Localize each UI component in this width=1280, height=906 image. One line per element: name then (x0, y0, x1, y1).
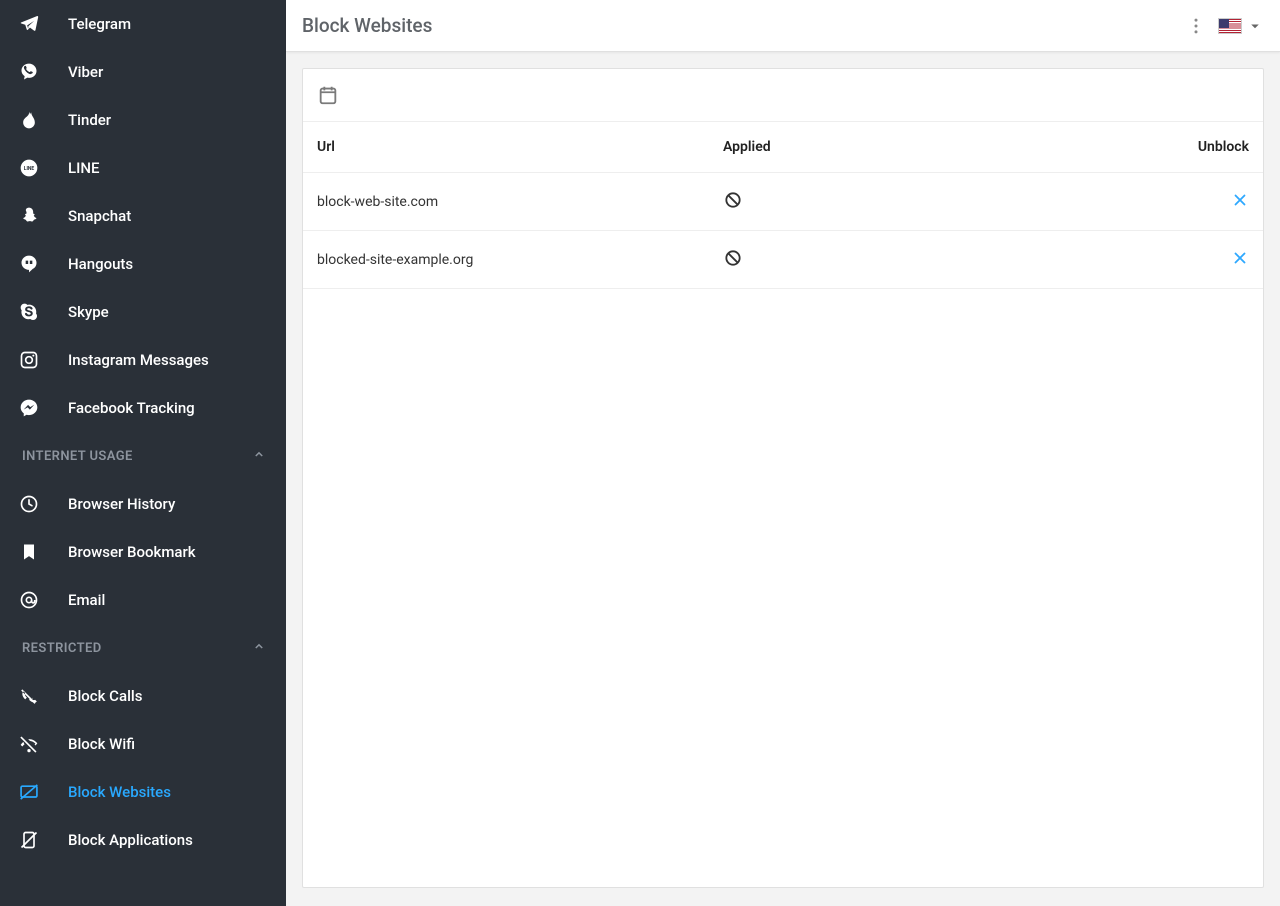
instagram-icon (18, 349, 40, 371)
sidebar-item-label: Browser History (68, 495, 175, 513)
page-title: Block Websites (302, 14, 432, 37)
ban-icon (723, 248, 743, 272)
sidebar-item-label: Viber (68, 63, 103, 81)
snapchat-icon (18, 205, 40, 227)
sidebar-item-label: Tinder (68, 111, 111, 129)
unblock-button[interactable] (1169, 191, 1249, 213)
applied-status (723, 190, 1169, 214)
sidebar: Telegram Viber Tinder LINE Snapchat Hang… (0, 0, 286, 906)
block-calls-icon (18, 685, 40, 707)
messenger-icon (18, 397, 40, 419)
line-icon (18, 157, 40, 179)
clock-icon (18, 493, 40, 515)
sidebar-item-label: Block Websites (68, 783, 171, 801)
sidebar-item-label: Email (68, 591, 105, 609)
sidebar-item-line[interactable]: LINE (0, 144, 286, 192)
column-header-url: Url (317, 139, 723, 155)
ban-icon (723, 190, 743, 214)
column-header-unblock: Unblock (1169, 139, 1249, 155)
sidebar-item-block-calls[interactable]: Block Calls (0, 672, 286, 720)
language-dropdown[interactable] (1246, 17, 1264, 35)
sidebar-item-facebook-tracking[interactable]: Facebook Tracking (0, 384, 286, 432)
sidebar-item-label: Telegram (68, 15, 131, 33)
sidebar-item-hangouts[interactable]: Hangouts (0, 240, 286, 288)
sidebar-item-block-applications[interactable]: Block Applications (0, 816, 286, 864)
sidebar-item-label: Snapchat (68, 207, 131, 225)
bookmark-icon (18, 541, 40, 563)
sidebar-item-viber[interactable]: Viber (0, 48, 286, 96)
close-icon (1231, 191, 1249, 213)
sidebar-item-label: LINE (68, 159, 99, 177)
column-header-applied: Applied (723, 139, 1169, 155)
topbar: Block Websites (286, 0, 1280, 52)
content-area: Url Applied Unblock block-web-site.com b… (286, 52, 1280, 906)
sidebar-item-browser-bookmark[interactable]: Browser Bookmark (0, 528, 286, 576)
sidebar-item-label: Block Applications (68, 831, 193, 849)
sidebar-item-label: Facebook Tracking (68, 399, 195, 417)
sidebar-section-internet-usage[interactable]: INTERNET USAGE (0, 432, 286, 480)
sidebar-item-skype[interactable]: Skype (0, 288, 286, 336)
skype-icon (18, 301, 40, 323)
sidebar-section-title: INTERNET USAGE (22, 449, 133, 464)
sidebar-item-label: Instagram Messages (68, 351, 209, 369)
sidebar-item-label: Skype (68, 303, 109, 321)
hangouts-icon (18, 253, 40, 275)
card-toolbar (303, 69, 1263, 121)
at-icon (18, 589, 40, 611)
block-wifi-icon (18, 733, 40, 755)
chevron-up-icon (250, 445, 268, 467)
sidebar-item-label: Block Calls (68, 687, 142, 705)
cell-url: blocked-site-example.org (317, 252, 723, 268)
sidebar-item-snapchat[interactable]: Snapchat (0, 192, 286, 240)
applied-status (723, 248, 1169, 272)
table-row: block-web-site.com (303, 173, 1263, 231)
sidebar-item-instagram-messages[interactable]: Instagram Messages (0, 336, 286, 384)
sidebar-item-browser-history[interactable]: Browser History (0, 480, 286, 528)
calendar-button[interactable] (317, 84, 339, 106)
table-header: Url Applied Unblock (303, 121, 1263, 173)
sidebar-item-block-wifi[interactable]: Block Wifi (0, 720, 286, 768)
telegram-icon (18, 13, 40, 35)
table-row: blocked-site-example.org (303, 231, 1263, 289)
block-applications-icon (18, 829, 40, 851)
block-websites-icon (18, 781, 40, 803)
close-icon (1231, 249, 1249, 271)
sidebar-item-block-websites[interactable]: Block Websites (0, 768, 286, 816)
chevron-up-icon (250, 637, 268, 659)
sidebar-item-email[interactable]: Email (0, 576, 286, 624)
sidebar-section-title: RESTRICTED (22, 641, 102, 656)
tinder-icon (18, 109, 40, 131)
flag-us-icon (1218, 18, 1242, 34)
sidebar-item-label: Block Wifi (68, 735, 135, 753)
sidebar-item-tinder[interactable]: Tinder (0, 96, 286, 144)
cell-url: block-web-site.com (317, 194, 723, 210)
sidebar-item-label: Browser Bookmark (68, 543, 196, 561)
viber-icon (18, 61, 40, 83)
sidebar-item-telegram[interactable]: Telegram (0, 0, 286, 48)
sidebar-section-restricted[interactable]: RESTRICTED (0, 624, 286, 672)
unblock-button[interactable] (1169, 249, 1249, 271)
main-area: Block Websites Url Applied Unblock block… (286, 0, 1280, 906)
sidebar-item-label: Hangouts (68, 255, 133, 273)
more-options-button[interactable] (1186, 16, 1206, 36)
blocked-websites-card: Url Applied Unblock block-web-site.com b… (302, 68, 1264, 888)
